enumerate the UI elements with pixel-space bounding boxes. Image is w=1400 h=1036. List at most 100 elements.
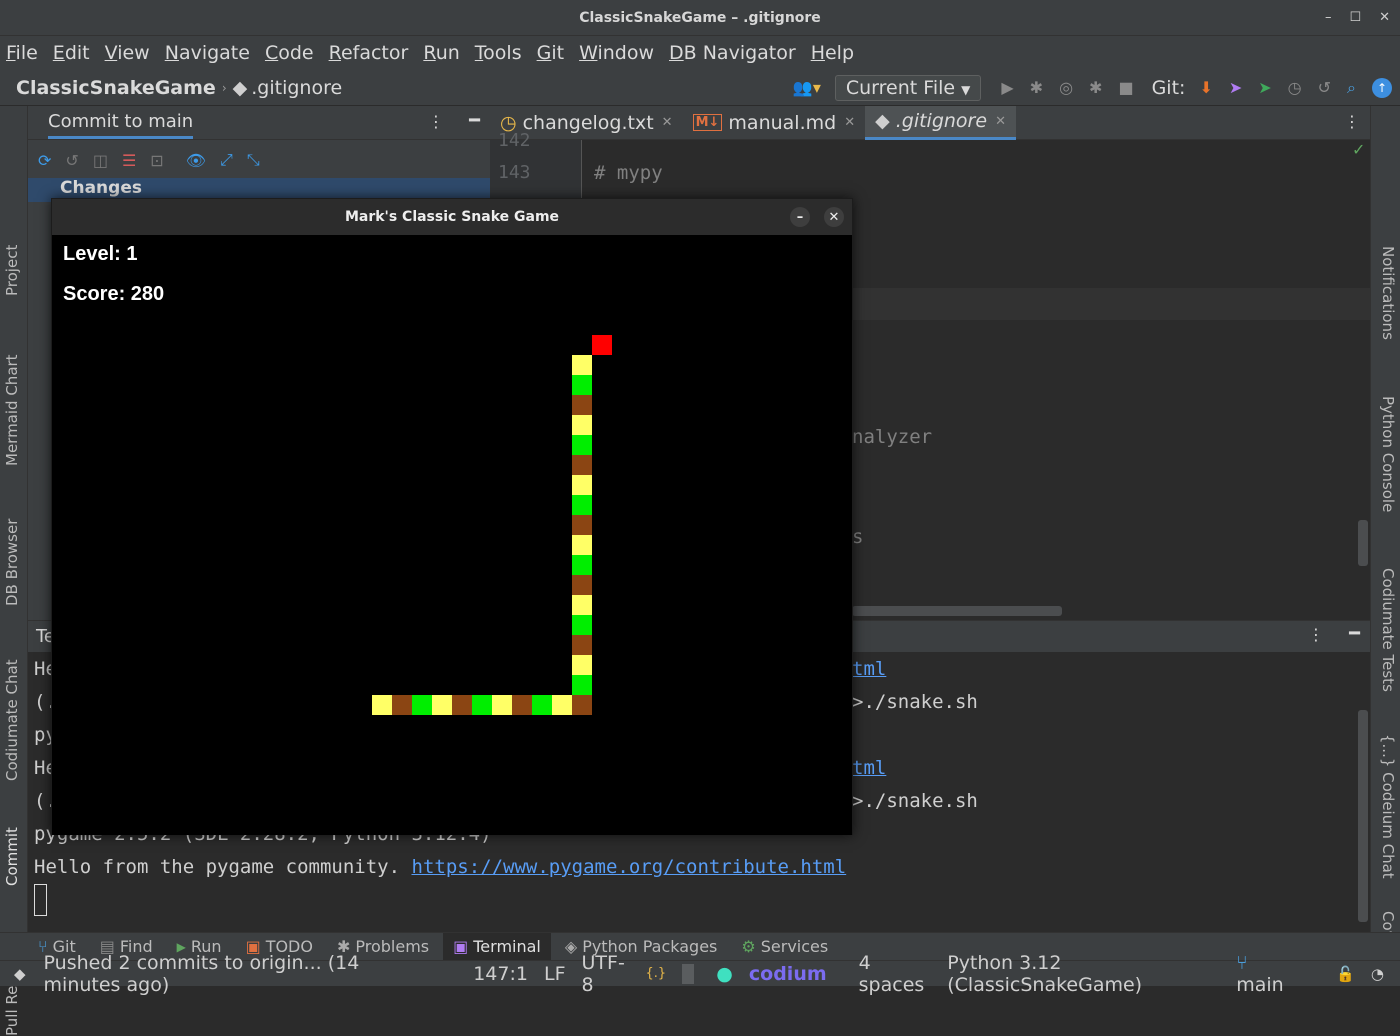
status-message[interactable]: Pushed 2 commits to origin... (14 minute… bbox=[44, 952, 432, 996]
editor-tab-bar: ◷ changelog.txt ✕ M↓ manual.md ✕ ◆ .giti… bbox=[490, 105, 1370, 140]
vertical-scrollbar[interactable] bbox=[1358, 520, 1368, 566]
maximize-button[interactable]: ☐ bbox=[1349, 10, 1361, 25]
snake-segment bbox=[572, 635, 592, 655]
snake-game-window: Mark's Classic Snake Game – ✕ Level: 1 S… bbox=[51, 198, 853, 835]
branch-widget[interactable]: ⑂ main bbox=[1236, 952, 1320, 996]
menu-view[interactable]: View bbox=[105, 42, 150, 64]
menu-edit[interactable]: Edit bbox=[53, 42, 90, 64]
menu-run[interactable]: Run bbox=[423, 42, 459, 64]
tool-services-label: Services bbox=[760, 937, 829, 956]
history-icon[interactable]: ◷ bbox=[1288, 78, 1302, 97]
python-interpreter[interactable]: Python 3.12 (ClassicSnakeGame) bbox=[947, 952, 1220, 996]
stripe-notifications[interactable]: Notifications bbox=[1379, 246, 1397, 340]
horizontal-scrollbar[interactable] bbox=[852, 606, 1062, 616]
breadcrumb-separator-icon: › bbox=[221, 80, 227, 95]
git-commit-icon[interactable]: ➤ bbox=[1229, 78, 1242, 97]
close-icon[interactable]: ✕ bbox=[824, 207, 844, 227]
expand-all-icon[interactable]: ⤢ bbox=[220, 150, 233, 170]
more-options-icon[interactable]: ⋮ bbox=[1344, 112, 1360, 131]
line-number: 143 bbox=[498, 162, 531, 183]
run-icon[interactable]: ▶ bbox=[1001, 78, 1013, 97]
file-encoding[interactable]: UTF-8 bbox=[582, 952, 630, 996]
notifications-icon[interactable]: ◔ bbox=[1371, 965, 1384, 983]
snake-window-titlebar: Mark's Classic Snake Game – ✕ bbox=[52, 199, 852, 235]
collapse-all-icon[interactable]: ⤡ bbox=[247, 150, 260, 170]
snake-segment bbox=[572, 415, 592, 435]
download-icon[interactable]: ⊡ bbox=[150, 151, 163, 170]
snake-segment bbox=[512, 695, 532, 715]
close-tab-icon[interactable]: ✕ bbox=[662, 115, 673, 130]
tool-services[interactable]: ⚙ Services bbox=[741, 937, 828, 956]
line-separator[interactable]: LF bbox=[544, 963, 566, 985]
terminal-link[interactable]: tml bbox=[852, 757, 886, 779]
menu-git[interactable]: Git bbox=[537, 42, 564, 64]
tab-gitignore[interactable]: ◆ .gitignore ✕ bbox=[865, 105, 1016, 140]
commit-toolbar: ⟳ ↺ ◫ ☰ ⊡ 👁 ⤢ ⤡ bbox=[28, 142, 490, 178]
menu-db-navigator[interactable]: DB Navigator bbox=[669, 42, 796, 64]
stripe-mermaid-chart[interactable]: Mermaid Chart bbox=[3, 354, 21, 466]
menu-navigate[interactable]: Navigate bbox=[165, 42, 250, 64]
stop-icon[interactable]: ■ bbox=[1118, 78, 1133, 97]
status-bar: ◆ Pushed 2 commits to origin... (14 minu… bbox=[0, 952, 1400, 996]
stripe-db-browser[interactable]: DB Browser bbox=[3, 519, 21, 606]
menu-file[interactable]: File bbox=[6, 42, 38, 64]
rollback-icon[interactable]: ↺ bbox=[65, 151, 78, 170]
close-button[interactable]: ✕ bbox=[1379, 10, 1390, 25]
close-tab-icon[interactable]: ✕ bbox=[995, 114, 1006, 129]
caret-position[interactable]: 147:1 bbox=[473, 963, 528, 985]
menu-code[interactable]: Code bbox=[265, 42, 314, 64]
terminal-scrollbar[interactable] bbox=[1358, 710, 1368, 922]
lock-icon[interactable]: 🔓 bbox=[1336, 965, 1355, 983]
more-options-icon[interactable]: ⋮ bbox=[428, 112, 444, 131]
terminal-link[interactable]: tml bbox=[852, 658, 886, 680]
profile-icon[interactable]: ✱ bbox=[1089, 78, 1102, 97]
hide-panel-icon[interactable]: ━ bbox=[469, 110, 480, 131]
snake-segment bbox=[572, 615, 592, 635]
close-tab-icon[interactable]: ✕ bbox=[844, 115, 855, 130]
snake-segment bbox=[572, 395, 592, 415]
eye-icon[interactable]: 👁 bbox=[186, 151, 206, 170]
git-branch-icon: ⑂ bbox=[1236, 951, 1248, 974]
breadcrumb-project[interactable]: ClassicSnakeGame bbox=[16, 77, 216, 99]
breadcrumb-file[interactable]: .gitignore bbox=[251, 77, 342, 99]
menu-help[interactable]: Help bbox=[811, 42, 854, 64]
minimize-button[interactable]: – bbox=[1325, 10, 1332, 25]
tool-terminal[interactable]: ▣ Terminal bbox=[443, 933, 551, 960]
more-options-icon[interactable]: ⋮ bbox=[1308, 625, 1324, 644]
hide-panel-icon[interactable]: ━ bbox=[1349, 623, 1360, 644]
refresh-icon[interactable]: ⟳ bbox=[38, 151, 51, 170]
git-push-icon[interactable]: ➤ bbox=[1258, 78, 1271, 97]
debug-icon[interactable]: ✱ bbox=[1030, 78, 1043, 97]
stripe-codiumate-chat[interactable]: Codiumate Chat bbox=[3, 659, 21, 781]
diff-icon[interactable]: ◫ bbox=[93, 151, 108, 170]
run-config-select[interactable]: Current File ▼ bbox=[834, 74, 982, 101]
stripe-commit[interactable]: Commit bbox=[3, 827, 21, 886]
game-canvas[interactable]: Level: 1 Score: 280 bbox=[52, 235, 852, 835]
minimize-icon[interactable]: – bbox=[790, 207, 810, 227]
stripe-codeium-chat[interactable]: {...} Codeium Chat bbox=[1379, 734, 1397, 879]
git-icon: ◆ bbox=[875, 110, 890, 132]
rollback-icon[interactable]: ↺ bbox=[1318, 78, 1331, 97]
menu-tools[interactable]: Tools bbox=[475, 42, 522, 64]
search-icon[interactable]: ⌕ bbox=[1347, 78, 1356, 98]
shelve-icon[interactable]: ☰ bbox=[122, 151, 136, 170]
indent-setting[interactable]: 4 spaces bbox=[859, 952, 932, 996]
changes-label: Changes bbox=[60, 178, 142, 198]
update-icon[interactable]: ↑ bbox=[1372, 77, 1392, 98]
stripe-python-console[interactable]: Python Console bbox=[1379, 396, 1397, 512]
readonly-icon[interactable]: {.} bbox=[645, 966, 666, 981]
menu-window[interactable]: Window bbox=[579, 42, 654, 64]
stripe-project[interactable]: Project bbox=[3, 245, 21, 296]
tab-commit-to-main[interactable]: Commit to main bbox=[48, 107, 194, 139]
layers-icon[interactable]: ◆ bbox=[14, 965, 26, 983]
coverage-icon[interactable]: ◎ bbox=[1059, 78, 1073, 97]
terminal-link[interactable]: https://www.pygame.org/contribute.html bbox=[412, 856, 847, 878]
codium-status[interactable]: ● codium bbox=[716, 963, 842, 985]
users-icon[interactable]: 👥▾ bbox=[793, 78, 821, 97]
git-update-icon[interactable]: ⬇ bbox=[1199, 78, 1212, 97]
tab-manual[interactable]: M↓ manual.md ✕ bbox=[683, 106, 866, 140]
menu-refactor[interactable]: Refactor bbox=[329, 42, 409, 64]
terminal-line: >./snake.sh bbox=[852, 691, 978, 713]
snake-segment bbox=[572, 555, 592, 575]
stripe-codiumate-tests[interactable]: Codiumate Tests bbox=[1379, 568, 1397, 692]
